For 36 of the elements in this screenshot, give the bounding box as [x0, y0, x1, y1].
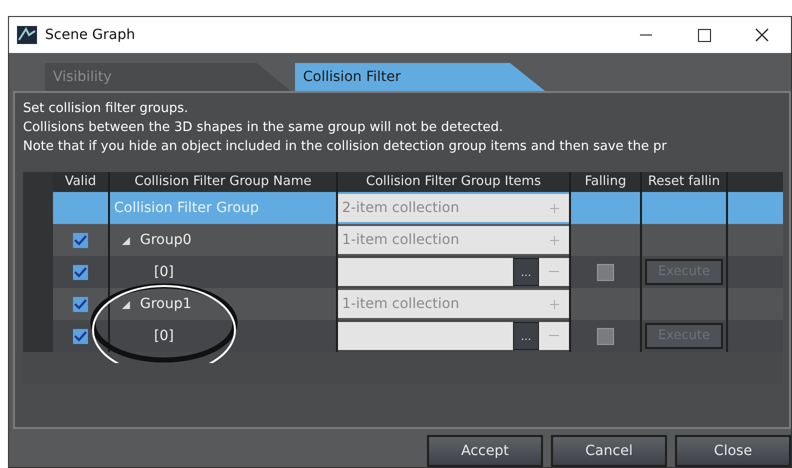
table-cell-text: [0]: [154, 326, 174, 346]
row-header: [23, 320, 53, 352]
dialog-button[interactable]: Cancel: [551, 435, 667, 467]
table-cell-text: Collision Filter Group: [113, 198, 259, 218]
column-header: Collision Filter Group Name: [134, 173, 312, 192]
window-title: Scene Graph: [45, 26, 136, 44]
minus-icon: [549, 335, 559, 337]
checkbox[interactable]: [73, 232, 88, 248]
checkbox[interactable]: [73, 264, 88, 280]
table-cell-text: Group1: [140, 294, 192, 314]
browse-button[interactable]: ...: [513, 322, 539, 350]
checkbox[interactable]: [597, 328, 614, 344]
checkbox[interactable]: [597, 264, 614, 280]
close-icon: [755, 28, 769, 42]
input-field[interactable]: ...: [338, 258, 569, 286]
app-icon: [17, 26, 37, 44]
checkbox[interactable]: [73, 328, 88, 344]
tab[interactable]: Collision Filter: [295, 63, 545, 91]
checkbox[interactable]: [73, 296, 88, 312]
table-cell-text: [0]: [154, 262, 174, 282]
description-text: Note that if you hide an object included in the collision detection group items and then save the pr: [23, 138, 668, 156]
column-header: Falling: [584, 173, 626, 192]
dialog-button[interactable]: Accept: [427, 435, 543, 467]
description-text: Collisions between the 3D shapes in the same group will not be detected.: [23, 119, 504, 137]
table-row[interactable]: Group1 1-item collection: [23, 288, 783, 320]
column-header: Reset fallin: [648, 173, 720, 192]
dialog-button[interactable]: Close: [675, 435, 791, 467]
table-cell-text: Group0: [140, 230, 192, 250]
column-header: Collision Filter Group Items: [366, 173, 541, 192]
table-row[interactable]: Group0 1-item collection: [23, 224, 783, 256]
minus-icon: [549, 271, 559, 273]
description-text: Set collision filter groups.: [23, 100, 190, 118]
maximize-icon: [698, 28, 710, 42]
column-header: Valid: [64, 173, 96, 192]
input-field[interactable]: ...: [338, 322, 569, 350]
browse-button[interactable]: ...: [513, 258, 539, 286]
